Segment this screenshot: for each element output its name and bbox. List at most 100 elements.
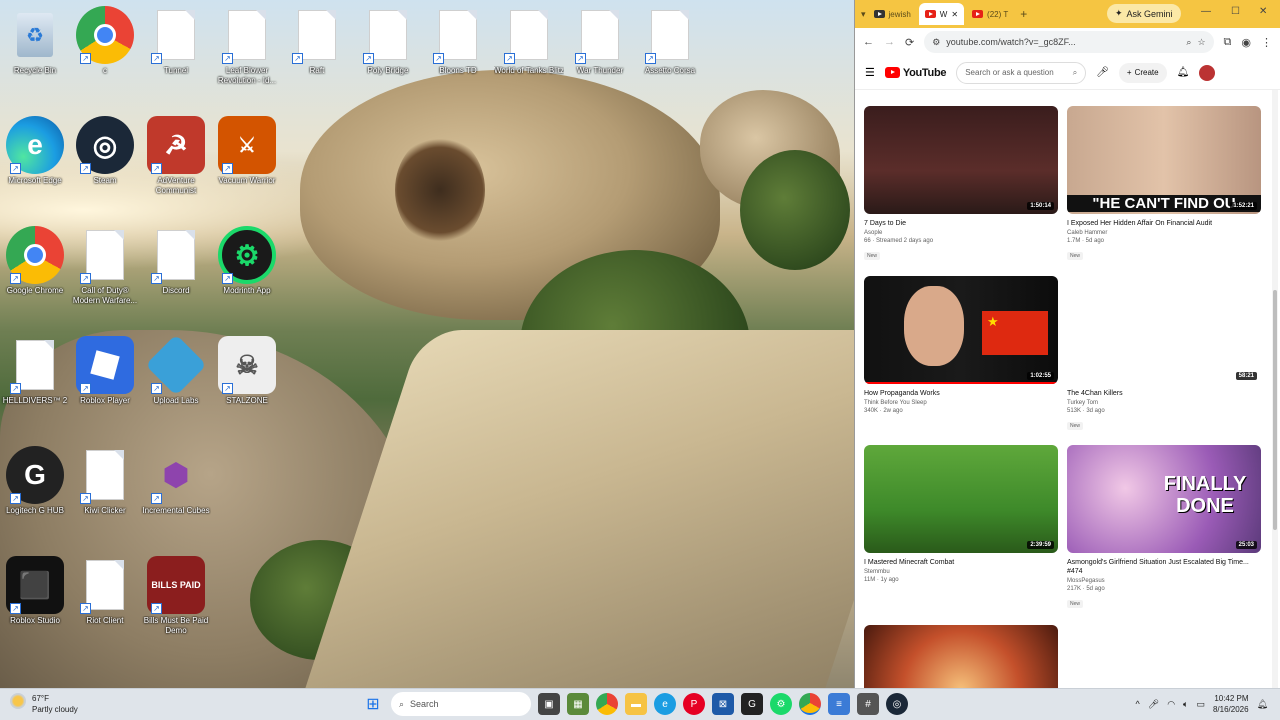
edge-icon[interactable]: e bbox=[654, 693, 676, 715]
youtube-search-input[interactable]: Search or ask a question ⌕ bbox=[956, 61, 1087, 84]
video-title[interactable]: The 4Chan Killers bbox=[1067, 389, 1261, 398]
back-icon[interactable]: ← bbox=[863, 36, 874, 48]
logitech-icon[interactable]: G bbox=[741, 693, 763, 715]
task-view-icon[interactable]: ▣ bbox=[538, 693, 560, 715]
video-title[interactable]: Asmongold's Girlfriend Situation Just Es… bbox=[1067, 558, 1261, 576]
tab-active[interactable]: W ✕ bbox=[918, 3, 965, 25]
tab-youtube[interactable]: (22) T bbox=[966, 3, 1014, 25]
desktop-icon[interactable]: ↗ c bbox=[70, 0, 140, 76]
desktop-icon[interactable]: ↗ Leaf Blower Revolution - Id... bbox=[212, 0, 282, 86]
channel-name[interactable]: Stemmbu bbox=[864, 569, 1058, 575]
video-card[interactable] bbox=[864, 625, 1058, 688]
video-card[interactable]: 2:39:59 I Mastered Minecraft Combat Stemmb… bbox=[864, 445, 1058, 583]
video-thumbnail[interactable]: 2:39:59 bbox=[864, 445, 1058, 553]
desktop-icon[interactable]: ↗ Tunnel bbox=[141, 0, 211, 76]
maximize-button[interactable]: ☐ bbox=[1231, 6, 1240, 17]
profile-icon[interactable]: ◉ bbox=[1241, 36, 1251, 49]
scrollbar-thumb[interactable] bbox=[1273, 290, 1277, 530]
desktop-icon[interactable]: ↗ HELLDIVERS™ 2 bbox=[0, 330, 70, 406]
video-thumbnail[interactable]: ★ 1:02:55 bbox=[864, 276, 1058, 384]
search-icon[interactable]: ⌕ bbox=[1073, 68, 1077, 78]
desktop-icon[interactable]: ↗ Google Chrome bbox=[0, 220, 70, 296]
channel-name[interactable]: MossPegasus bbox=[1067, 578, 1261, 584]
desktop-icon[interactable]: ↗ World of Tanks Blitz bbox=[494, 0, 564, 76]
feed-scrollbar[interactable] bbox=[1272, 90, 1278, 688]
channel-name[interactable]: Asople bbox=[864, 230, 1058, 236]
video-thumbnail[interactable]: 1:50:14 bbox=[864, 106, 1058, 214]
close-window-button[interactable]: ✕ bbox=[1259, 6, 1267, 17]
bookmark-star-icon[interactable]: ☆ bbox=[1197, 37, 1205, 48]
desktop-icon[interactable]: ☭ ↗ AdVenture Communist bbox=[141, 110, 211, 196]
video-title[interactable]: I Exposed Her Hidden Affair On Financial… bbox=[1067, 219, 1261, 228]
url-text[interactable]: youtube.com/watch?v=_gc8ZF... bbox=[946, 37, 1180, 47]
desktop-icon[interactable]: ⚔ ↗ Vacuum Warrior bbox=[212, 110, 282, 186]
video-card[interactable]: FINALLY DONE 25:03 Asmongold's Girlfriend … bbox=[1067, 445, 1261, 610]
microphone-icon[interactable]: 🎤︎ bbox=[1096, 67, 1109, 78]
notifications-bell-icon[interactable]: 🔔︎ bbox=[1177, 67, 1190, 78]
desktop-icon[interactable]: ↗ Raft bbox=[282, 0, 352, 76]
microphone-tray-icon[interactable]: 🎤︎ bbox=[1148, 699, 1159, 710]
desktop-icon[interactable]: ↗ Riot Client bbox=[70, 550, 140, 626]
close-tab-icon[interactable]: ✕ bbox=[951, 10, 958, 19]
extensions-icon[interactable]: ⧉ bbox=[1224, 36, 1232, 49]
weather-widget[interactable]: 67°F Partly cloudy bbox=[10, 693, 78, 715]
desktop-icon[interactable]: ◎ ↗ Steam bbox=[70, 110, 140, 186]
volume-icon[interactable]: 🔈︎ bbox=[1183, 699, 1188, 710]
show-hidden-icons-chevron-icon[interactable]: ^ bbox=[1136, 699, 1140, 709]
desktop-icon[interactable]: ♻ Recycle Bin bbox=[0, 0, 70, 76]
tab-search-chevron-icon[interactable]: ▾ bbox=[861, 9, 866, 20]
create-button[interactable]: + Create bbox=[1118, 62, 1167, 83]
notifications-icon[interactable]: 🔔︎ bbox=[1257, 699, 1268, 710]
video-thumbnail[interactable]: FINALLY DONE 25:03 bbox=[1067, 445, 1261, 553]
desktop-icon[interactable]: ↗ Kiwi Clicker bbox=[70, 440, 140, 516]
video-card[interactable]: ★ 1:02:55 How Propaganda Works Think Before… bbox=[864, 276, 1058, 414]
modrinth-icon[interactable]: ⚙ bbox=[770, 693, 792, 715]
notepad-icon[interactable]: ≡ bbox=[828, 693, 850, 715]
start-windows-icon[interactable]: ⊞ bbox=[362, 693, 384, 715]
desktop-icon[interactable]: ⬛ ↗ Roblox Studio bbox=[0, 550, 70, 626]
clock[interactable]: 10:42 PM 8/16/2026 bbox=[1213, 693, 1249, 715]
new-tab-button[interactable]: + bbox=[1020, 7, 1027, 21]
video-card[interactable]: "HE CAN'T FIND OU 1:52:21 I Exposed Her Hi… bbox=[1067, 106, 1261, 262]
zoom-icon[interactable]: ⌕ bbox=[1186, 37, 1191, 48]
video-thumbnail[interactable] bbox=[864, 625, 1058, 688]
desktop-icon[interactable]: ↗ Bloons TD bbox=[423, 0, 493, 76]
pinterest-icon[interactable]: P bbox=[683, 693, 705, 715]
omnibox[interactable]: ⚙ youtube.com/watch?v=_gc8ZF... ⌕ ☆ bbox=[924, 31, 1214, 53]
reload-icon[interactable]: ⟳ bbox=[905, 36, 914, 49]
wifi-icon[interactable]: ◠ bbox=[1167, 699, 1175, 710]
forward-icon[interactable]: → bbox=[884, 36, 895, 48]
desktop-icon[interactable]: BILLS PAID ↗ Bills Must Be Paid Demo bbox=[141, 550, 211, 636]
minecraft-icon[interactable]: ▦ bbox=[567, 693, 589, 715]
site-info-icon[interactable]: ⚙ bbox=[932, 37, 940, 48]
hamburger-menu-icon[interactable]: ☰ bbox=[865, 66, 875, 79]
video-card[interactable]: 58:21 The 4Chan Killers Turkey Tom 513K · 3… bbox=[1067, 276, 1261, 432]
channel-name[interactable]: Think Before You Sleep bbox=[864, 400, 1058, 406]
video-title[interactable]: 7 Days to Die bbox=[864, 219, 1058, 228]
steam-icon[interactable]: ◎ bbox=[886, 693, 908, 715]
store-icon[interactable]: ⊠ bbox=[712, 693, 734, 715]
chrome-active-icon[interactable] bbox=[799, 693, 821, 715]
desktop-icon[interactable]: G ↗ Logitech G HUB bbox=[0, 440, 70, 516]
desktop-icon[interactable]: ⚙ ↗ Modrinth App bbox=[212, 220, 282, 296]
desktop-icon[interactable]: ↗ Poly Bridge bbox=[353, 0, 423, 76]
desktop-icon[interactable]: ☠ ↗ STALZONE bbox=[212, 330, 282, 406]
video-card[interactable]: 1:50:14 7 Days to Die Asople 66 · Streamed … bbox=[864, 106, 1058, 262]
video-title[interactable]: How Propaganda Works bbox=[864, 389, 1058, 398]
video-thumbnail[interactable]: 58:21 bbox=[1067, 276, 1261, 384]
video-thumbnail[interactable]: "HE CAN'T FIND OU 1:52:21 bbox=[1067, 106, 1261, 214]
channel-name[interactable]: Turkey Tom bbox=[1067, 400, 1261, 406]
taskbar-search[interactable]: ⌕ Search bbox=[391, 692, 531, 716]
desktop-icon[interactable]: ↗ Roblox Player bbox=[70, 330, 140, 406]
channel-name[interactable]: Caleb Hammer bbox=[1067, 230, 1261, 236]
youtube-logo[interactable]: YouTube bbox=[884, 67, 947, 79]
desktop-icon[interactable]: ↗ Assetto Corsa bbox=[635, 0, 705, 76]
battery-icon[interactable]: ▭ bbox=[1196, 699, 1205, 710]
desktop-icon[interactable]: ↗ Call of Duty® Modern Warfare... bbox=[70, 220, 140, 306]
calculator-icon[interactable]: # bbox=[857, 693, 879, 715]
desktop-icon[interactable]: ⬢ ↗ Incremental Cubes bbox=[141, 440, 211, 516]
ask-gemini-button[interactable]: ✦ Ask Gemini bbox=[1107, 4, 1181, 23]
file-explorer-icon[interactable]: ▬ bbox=[625, 693, 647, 715]
chrome-icon[interactable] bbox=[596, 693, 618, 715]
desktop-icon[interactable]: ↗ War Thunder bbox=[565, 0, 635, 76]
